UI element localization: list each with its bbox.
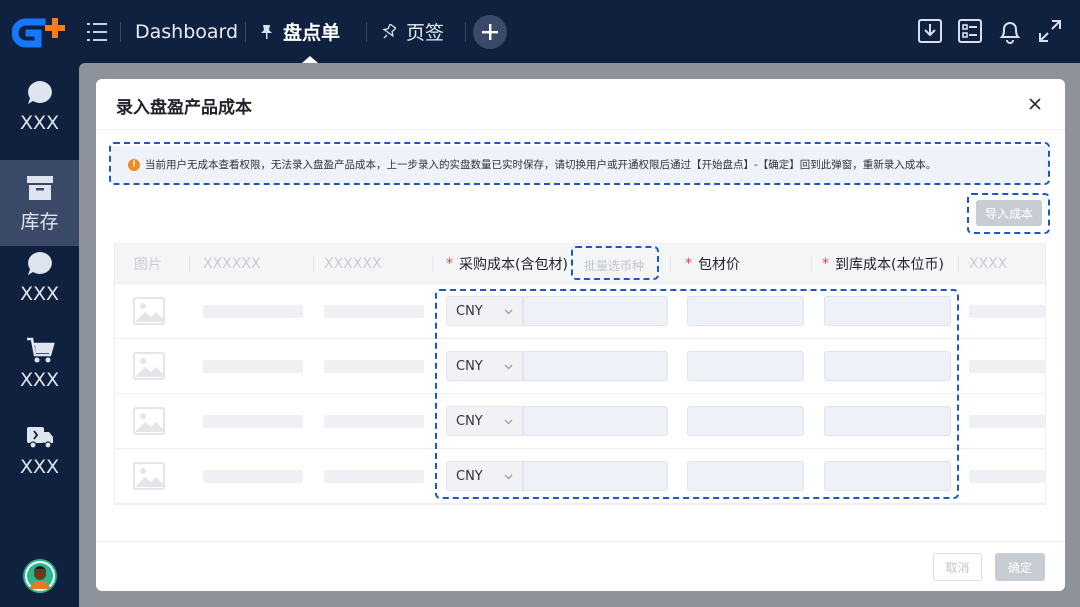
loading-placeholder	[969, 305, 1045, 318]
tab-label: 盘点单	[283, 22, 341, 44]
checklist-icon[interactable]	[957, 18, 983, 44]
highlight-import-box	[967, 193, 1050, 234]
tab-divider	[245, 22, 246, 42]
column-header-packaging: * 包材价	[685, 244, 740, 284]
required-marker: *	[822, 256, 829, 272]
sidebar-item-label: XXX	[19, 369, 60, 391]
column-header-2: XXXXXX	[203, 256, 261, 272]
sidebar-item-label: XXX	[19, 456, 60, 478]
tab-bookmark[interactable]: 页签	[383, 0, 444, 63]
image-placeholder-icon	[133, 407, 165, 435]
bell-icon[interactable]	[997, 18, 1023, 44]
column-divider	[313, 256, 314, 272]
highlight-cost-inputs-box	[435, 289, 959, 499]
sidebar: XXX 库存 XXX XXX XXX	[0, 63, 79, 607]
column-divider	[189, 256, 190, 272]
sidebar-item-3[interactable]: XXX	[0, 234, 79, 320]
loading-placeholder	[969, 360, 1045, 373]
tab-inventory-count[interactable]: 盘点单	[260, 0, 340, 63]
shopping-cart-icon	[26, 337, 55, 363]
download-icon[interactable]	[917, 18, 943, 44]
column-divider	[958, 256, 959, 272]
menu-toggle-icon[interactable]	[87, 21, 107, 43]
sidebar-item-5[interactable]: XXX	[0, 407, 79, 493]
loading-placeholder	[969, 415, 1045, 428]
loading-placeholder	[324, 415, 424, 428]
column-header-label: 包材价	[698, 257, 740, 273]
column-header-landed-cost: * 到库成本(本位币)	[822, 244, 944, 284]
chat-bubble-icon	[27, 81, 52, 104]
dialog-footer: 取消 确定	[96, 541, 1065, 591]
sidebar-item-4[interactable]: XXX	[0, 320, 79, 406]
image-placeholder-icon	[133, 297, 165, 325]
app-logo[interactable]	[12, 14, 70, 52]
loading-placeholder	[203, 360, 303, 373]
active-tab-indicator	[302, 56, 318, 63]
fullscreen-icon[interactable]	[1037, 18, 1063, 44]
loading-placeholder	[324, 470, 424, 483]
column-header-image: 图片	[134, 257, 162, 273]
loading-placeholder	[203, 415, 303, 428]
loading-placeholder	[203, 470, 303, 483]
tab-divider	[120, 22, 121, 42]
tab-divider	[366, 22, 367, 42]
image-placeholder-icon	[133, 352, 165, 380]
column-divider	[670, 256, 671, 272]
column-header-label: 采购成本(含包材)	[459, 257, 568, 273]
enter-cost-dialog: 录入盘盈产品成本 ! 当前用户无成本查看权限，无法录入盘盈产品成本，上一步录入的…	[96, 79, 1065, 591]
loading-placeholder	[324, 360, 424, 373]
sidebar-item-1[interactable]: XXX	[0, 63, 79, 149]
column-header-3: XXXXXX	[324, 256, 382, 272]
column-header-purchase-cost: * 采购成本(含包材)	[446, 244, 568, 284]
chat-bubble-icon	[27, 252, 52, 275]
dialog-header: 录入盘盈产品成本	[96, 79, 1065, 130]
column-header-7: XXXX	[969, 256, 1008, 272]
highlight-alert-box	[109, 142, 1050, 185]
add-tab-button[interactable]	[473, 15, 507, 49]
pin-icon[interactable]	[260, 24, 273, 39]
cancel-button[interactable]: 取消	[933, 553, 982, 581]
avatar-icon	[25, 561, 55, 591]
tab-label: 页签	[406, 22, 445, 44]
highlight-batch-currency-box	[571, 246, 659, 280]
image-placeholder-icon	[133, 462, 165, 490]
tab-label: Dashboard	[135, 20, 239, 43]
loading-placeholder	[203, 305, 303, 318]
sidebar-item-label: XXX	[19, 283, 60, 305]
archive-box-icon	[26, 175, 53, 200]
tab-dashboard[interactable]: Dashboard	[135, 0, 238, 63]
close-icon[interactable]	[1026, 95, 1044, 113]
column-divider	[432, 256, 433, 272]
required-marker: *	[685, 256, 692, 272]
dialog-title: 录入盘盈产品成本	[116, 98, 252, 118]
required-marker: *	[446, 256, 453, 272]
plus-icon	[482, 24, 498, 40]
tab-divider	[465, 22, 466, 42]
column-divider	[811, 256, 812, 272]
delivery-truck-icon	[26, 427, 53, 449]
sidebar-item-label: XXX	[19, 112, 60, 134]
column-header-label: 到库成本(本位币)	[835, 257, 944, 273]
loading-placeholder	[969, 470, 1045, 483]
pin-outline-icon[interactable]	[383, 24, 396, 39]
sidebar-item-label: 库存	[20, 210, 59, 233]
user-avatar[interactable]	[23, 559, 57, 593]
confirm-button[interactable]: 确定	[995, 553, 1045, 581]
top-navigation-bar: Dashboard 盘点单 页签	[0, 0, 1080, 63]
loading-placeholder	[324, 305, 424, 318]
